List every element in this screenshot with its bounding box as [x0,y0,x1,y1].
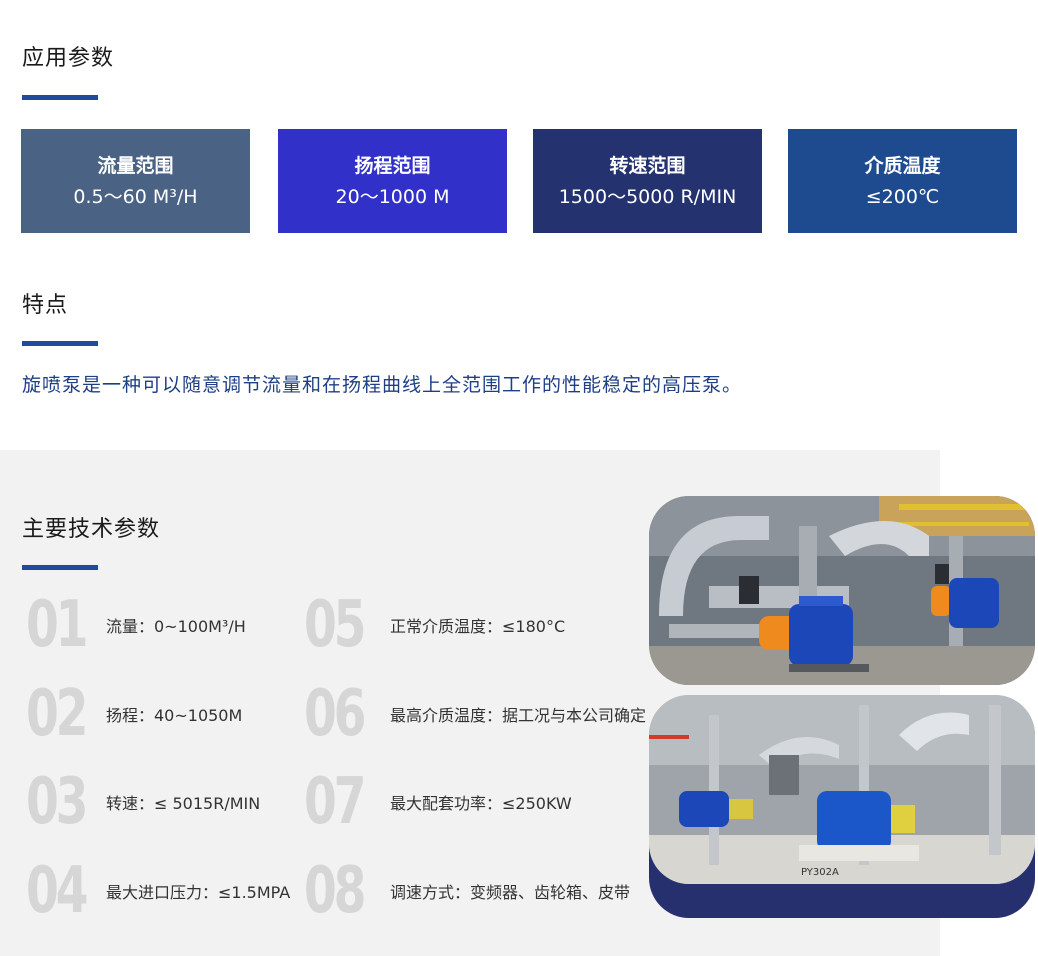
param-text: 最高介质温度：据工况与本公司确定 [390,706,647,725]
application-title-underline [22,95,98,100]
param-text: 流量：0~100M³/H [106,617,246,636]
speed-range-value: 1500～5000 R/MIN [558,186,737,208]
medium-temperature-value: ≤200℃ [865,186,940,208]
param-text: 转速：≤ 5015R/MIN [106,794,261,813]
flow-range-label: 流量范围 [97,155,174,177]
pump-installation-photo-1 [649,496,1035,685]
speed-range-card: 转速范围 1500～5000 R/MIN [533,129,762,233]
pump-tag-label: PY302A [801,867,839,878]
param-text: 调速方式：变频器、齿轮箱、皮带 [390,883,631,902]
flow-range-value: 0.5～60 M³/H [73,186,198,208]
param-text: 扬程：40~1050M [106,706,243,725]
param-item-02: 02 扬程：40~1050M [26,677,243,751]
head-range-card: 扬程范围 20～1000 M [278,129,507,233]
param-item-08: 08 调速方式：变频器、齿轮箱、皮带 [304,854,631,928]
param-item-04: 04 最大进口压力：≤1.5MPA [26,854,291,928]
head-range-label: 扬程范围 [354,155,431,177]
medium-temperature-label: 介质温度 [864,155,941,177]
param-text: 正常介质温度：≤180°C [390,617,566,636]
param-number: 03 [26,765,88,839]
pump-photo-group: PY302A [649,496,1035,918]
features-description: 旋喷泵是一种可以随意调节流量和在扬程曲线上全范围工作的性能稳定的高压泵。 [22,374,743,396]
flow-range-card: 流量范围 0.5～60 M³/H [21,129,250,233]
param-number: 07 [304,765,366,839]
param-item-07: 07 最大配套功率：≤250KW [304,765,572,839]
tech-params-section-title: 主要技术参数 [22,517,161,542]
param-text: 最大配套功率：≤250KW [390,794,572,813]
speed-range-label: 转速范围 [609,155,686,177]
param-number: 04 [26,854,88,928]
features-section-title: 特点 [22,293,69,318]
param-text: 最大进口压力：≤1.5MPA [106,883,291,902]
medium-temperature-card: 介质温度 ≤200℃ [788,129,1017,233]
param-item-03: 03 转速：≤ 5015R/MIN [26,765,261,839]
param-number: 08 [304,854,366,928]
param-number: 05 [304,588,366,662]
head-range-value: 20～1000 M [335,186,450,208]
application-section-title: 应用参数 [22,46,115,71]
pump-installation-photo-2: PY302A [649,695,1035,884]
param-item-06: 06 最高介质温度：据工况与本公司确定 [304,677,647,751]
features-title-underline [22,341,98,346]
param-item-01: 01 流量：0~100M³/H [26,588,246,662]
param-number: 06 [304,677,366,751]
tech-params-title-underline [22,565,98,570]
param-item-05: 05 正常介质温度：≤180°C [304,588,566,662]
param-number: 02 [26,677,88,751]
param-number: 01 [26,588,88,662]
